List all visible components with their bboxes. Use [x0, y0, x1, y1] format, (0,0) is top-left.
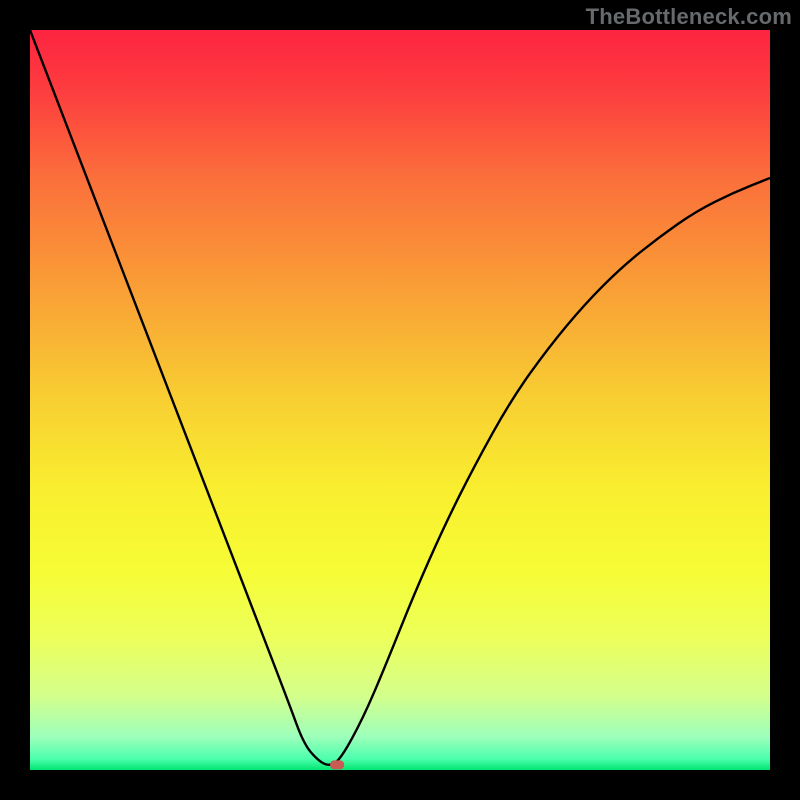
optimal-marker: [330, 760, 344, 769]
chart-frame: TheBottleneck.com: [0, 0, 800, 800]
watermark-text: TheBottleneck.com: [586, 4, 792, 30]
plot-area: [30, 30, 770, 770]
bottleneck-chart-svg: [30, 30, 770, 770]
gradient-background: [30, 30, 770, 770]
